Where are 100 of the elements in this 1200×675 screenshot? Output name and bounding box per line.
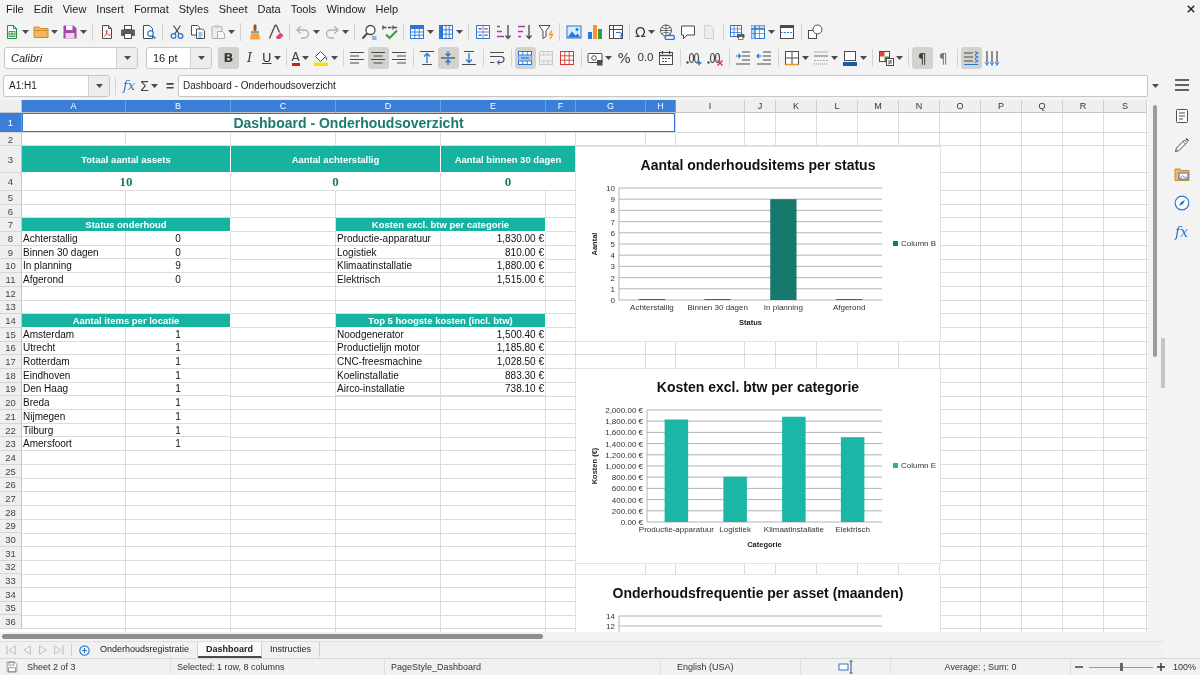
row-header[interactable]: 23 [0, 437, 22, 452]
column-header[interactable]: M [858, 100, 899, 113]
caret-icon[interactable] [95, 83, 103, 88]
percent-format-button[interactable]: % [613, 47, 635, 69]
right-to-left-button[interactable]: ¶ [932, 47, 954, 69]
caret-icon[interactable] [427, 29, 434, 34]
add-sheet-button[interactable] [76, 642, 92, 658]
caret-icon[interactable] [767, 29, 775, 34]
sum-button[interactable]: Σ [137, 74, 161, 97]
center-vertically-button[interactable] [437, 47, 459, 69]
function-wizard-button[interactable]: fx [121, 74, 137, 97]
caret-icon[interactable] [273, 56, 281, 60]
column-header[interactable]: R [1063, 100, 1104, 113]
column-header[interactable]: Q [1022, 100, 1063, 113]
name-box-field[interactable]: A1:H1 [3, 74, 110, 97]
column-header[interactable]: F [546, 100, 576, 113]
menu-item[interactable]: Tools [285, 0, 322, 18]
formula-input-field[interactable]: Dashboard - Onderhoudsoverzicht [178, 74, 1148, 97]
column-header[interactable]: P [981, 100, 1022, 113]
sidebar-grip[interactable] [1161, 338, 1165, 388]
column-header[interactable]: A [22, 100, 126, 113]
caret-icon[interactable] [330, 56, 338, 60]
functions-button[interactable]: fx [1170, 222, 1193, 242]
font-color-button[interactable]: A [289, 47, 311, 69]
align-center-button[interactable] [367, 47, 389, 69]
caret-icon[interactable] [647, 29, 655, 34]
caret-icon[interactable] [22, 29, 29, 34]
row-header[interactable]: 14 [0, 314, 22, 328]
formula-button[interactable]: = [163, 74, 177, 97]
menu-item[interactable]: File [1, 0, 29, 18]
dropdown-button[interactable] [190, 48, 211, 68]
column-header[interactable]: L [817, 100, 858, 113]
caret-icon[interactable] [80, 29, 87, 34]
font-size-field[interactable]: 16 pt [146, 47, 212, 69]
caret-icon[interactable] [859, 56, 867, 60]
row-header[interactable]: 5 [0, 191, 22, 205]
caret-icon[interactable] [150, 83, 158, 88]
row-header[interactable]: 27 [0, 492, 22, 506]
row-header[interactable]: 21 [0, 410, 22, 424]
menu-item[interactable]: Insert [91, 0, 129, 18]
merge-center-button[interactable] [514, 47, 536, 69]
menu-item[interactable]: Sheet [213, 0, 253, 18]
column-header[interactable]: H [646, 100, 676, 113]
number-format-button[interactable]: 0.0 [634, 47, 656, 69]
caret-icon[interactable] [123, 56, 131, 60]
column-header[interactable]: I [676, 100, 745, 113]
menu-item[interactable]: Help [370, 0, 404, 18]
close-document-button[interactable] [1187, 5, 1195, 13]
row-header[interactable]: 17 [0, 355, 22, 369]
row-header[interactable]: 33 [0, 574, 22, 588]
row-header[interactable]: 11 [0, 273, 22, 287]
row-header[interactable]: 2 [0, 133, 22, 146]
dropdown-button[interactable] [88, 75, 109, 96]
column-header[interactable]: G [576, 100, 646, 113]
slider-thumb[interactable] [1119, 663, 1123, 671]
column-header[interactable]: S [1104, 100, 1147, 113]
font-name-field[interactable]: Calibri [4, 47, 138, 69]
row-header[interactable]: 30 [0, 533, 22, 547]
menu-item[interactable]: Data [252, 0, 286, 18]
row-header[interactable]: 3 [0, 146, 22, 173]
column-header[interactable]: J [745, 100, 776, 113]
column-header[interactable]: O [940, 100, 981, 113]
menu-item[interactable]: View [57, 0, 92, 18]
caret-icon[interactable] [801, 56, 809, 60]
text-left-to-right-button[interactable] [960, 47, 982, 69]
scrollbar-thumb[interactable] [1153, 105, 1157, 357]
row-header[interactable]: 36 [0, 615, 22, 629]
italic-button[interactable]: I [239, 47, 260, 69]
row-header[interactable]: 24 [0, 451, 22, 465]
scrollbar-thumb[interactable] [2, 634, 543, 639]
caret-icon[interactable] [456, 29, 463, 34]
row-header[interactable]: 10 [0, 259, 22, 274]
caret-icon[interactable] [1152, 83, 1159, 88]
underline-button[interactable]: U [260, 47, 283, 69]
caret-icon[interactable] [301, 56, 309, 60]
row-header[interactable]: 8 [0, 232, 22, 246]
column-header[interactable]: D [336, 100, 441, 113]
caret-icon[interactable] [197, 56, 205, 60]
menu-item[interactable]: Edit [28, 0, 58, 18]
column-header[interactable]: K [776, 100, 817, 113]
caret-icon[interactable] [604, 56, 612, 60]
sheet-tab[interactable]: Dashboard [198, 642, 263, 658]
row-header[interactable]: 20 [0, 396, 22, 410]
column-header[interactable]: B [126, 100, 231, 113]
menu-item[interactable]: Format [128, 0, 174, 18]
row-header[interactable]: 4 [0, 173, 22, 191]
menu-item[interactable]: Styles [173, 0, 214, 18]
left-to-right-button[interactable]: ¶ [911, 47, 933, 69]
bold-button[interactable]: B [218, 47, 239, 69]
dropdown-button[interactable] [116, 48, 137, 68]
caret-icon[interactable] [51, 29, 58, 34]
column-header[interactable]: C [231, 100, 336, 113]
column-header[interactable]: E [441, 100, 546, 113]
special-character-button[interactable]: Ω [633, 20, 657, 43]
menu-item[interactable]: Window [321, 0, 371, 18]
row-header[interactable]: 7 [0, 218, 22, 233]
caret-icon[interactable] [895, 56, 903, 60]
row-header[interactable]: 1 [0, 113, 22, 133]
column-header[interactable]: N [899, 100, 940, 113]
row-header[interactable]: 26 [0, 478, 22, 493]
